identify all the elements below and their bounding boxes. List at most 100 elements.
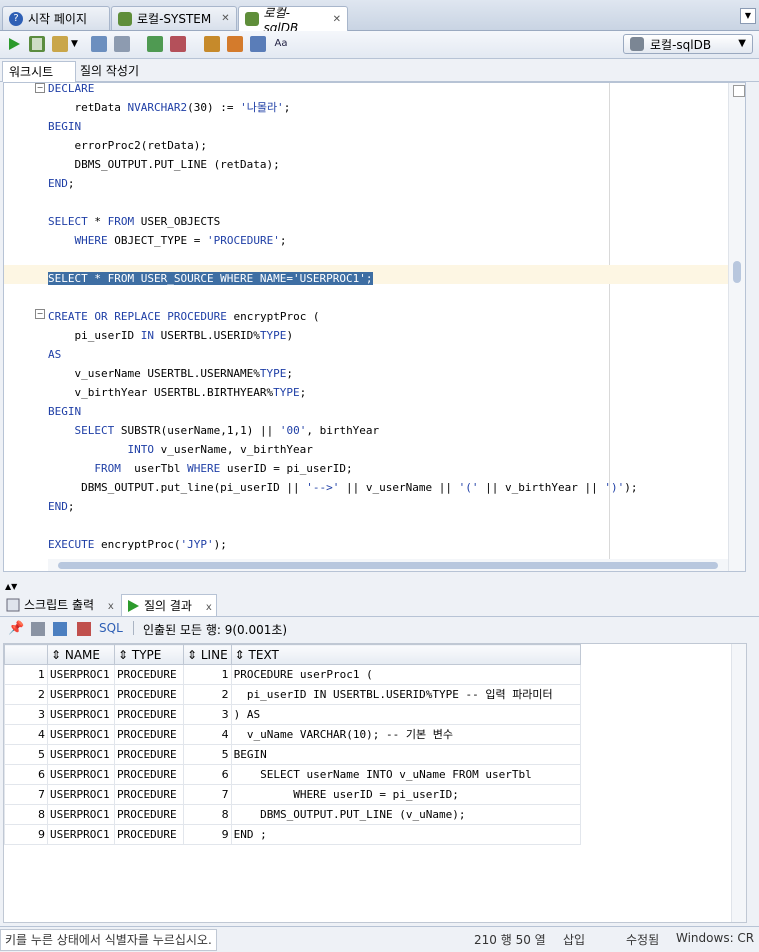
editor-horizontal-scrollbar[interactable] <box>48 559 728 571</box>
column-header-type[interactable]: ⇕ TYPE <box>114 644 184 665</box>
table-cell[interactable]: USERPROC1 <box>47 804 115 825</box>
table-cell[interactable]: USERPROC1 <box>47 684 115 705</box>
table-cell[interactable]: v_uName VARCHAR(10); -- 기본 변수 <box>230 724 581 745</box>
panel-splitter[interactable]: ▲▼ <box>0 582 759 592</box>
code-line[interactable]: SELECT * FROM USER_SOURCE WHERE NAME='US… <box>48 269 373 288</box>
code-line[interactable]: END; <box>48 497 75 516</box>
table-row[interactable]: 4 USERPROC1 PROCEDURE 4 v_uName VARCHAR(10)… <box>4 724 581 745</box>
clear-eraser-icon[interactable] <box>227 36 243 52</box>
splitter-arrows-icon[interactable]: ▲▼ <box>5 582 17 591</box>
grid-vertical-scrollbar[interactable] <box>731 644 746 922</box>
code-line[interactable]: INTO v_userName, v_birthYear <box>48 440 312 459</box>
code-line[interactable]: DECLARE <box>48 83 94 98</box>
chevron-down-icon[interactable]: ▼ <box>71 36 81 52</box>
code-line[interactable]: BEGIN <box>48 402 81 421</box>
table-row[interactable]: 2 USERPROC1 PROCEDURE 2 pi_userID IN USERTB… <box>4 684 581 705</box>
tab-script-output[interactable]: 스크립트 출력 x <box>2 594 120 616</box>
explain-plan-button[interactable] <box>114 36 130 52</box>
tab-worksheet[interactable]: 워크시트 <box>2 61 76 82</box>
table-cell[interactable]: USERPROC1 <box>47 744 115 765</box>
fold-icon[interactable]: − <box>35 309 45 319</box>
table-row[interactable]: 9 USERPROC1 PROCEDURE 9 END ; <box>4 824 581 845</box>
code-line[interactable]: END; <box>48 174 75 193</box>
scroll-thumb[interactable] <box>58 562 718 569</box>
table-cell[interactable]: 1 <box>183 664 232 685</box>
table-cell[interactable]: PROCEDURE userProc1 ( <box>230 664 581 685</box>
tab-query-builder[interactable]: 질의 작성기 <box>74 61 145 81</box>
table-cell[interactable]: PROCEDURE <box>114 684 184 705</box>
history-clock-icon[interactable] <box>250 36 266 52</box>
close-icon[interactable]: x <box>206 602 212 613</box>
code-line[interactable]: BEGIN <box>48 117 81 136</box>
fold-icon[interactable]: − <box>35 83 45 93</box>
table-cell[interactable]: PROCEDURE <box>114 824 184 845</box>
tab-local-sqldb[interactable]: 로컬-sqlDB ✕ <box>238 6 348 35</box>
code-line[interactable]: errorProc2(retData); <box>48 136 206 155</box>
table-cell[interactable]: PROCEDURE <box>114 764 184 785</box>
code-line[interactable]: pi_userID IN USERTBL.USERID%TYPE) <box>48 326 293 345</box>
table-cell[interactable]: SELECT userName INTO v_uName FROM userTb… <box>230 764 581 785</box>
code-line[interactable]: AS <box>48 345 61 364</box>
table-row[interactable]: 5 USERPROC1 PROCEDURE 5 BEGIN <box>4 744 581 765</box>
table-cell[interactable]: PROCEDURE <box>114 784 184 805</box>
table-cell[interactable]: PROCEDURE <box>114 724 184 745</box>
scroll-thumb[interactable] <box>733 261 741 283</box>
connection-selector[interactable]: 로컬-sqlDB ▼ <box>623 34 753 54</box>
table-cell[interactable]: 4 <box>183 724 232 745</box>
table-cell[interactable]: USERPROC1 <box>47 784 115 805</box>
commit-check-icon[interactable] <box>147 36 163 52</box>
table-cell[interactable]: 6 <box>183 764 232 785</box>
table-cell[interactable]: USERPROC1 <box>47 724 115 745</box>
code-line[interactable]: DBMS_OUTPUT.put_line(pi_userID || '-->' … <box>48 478 637 497</box>
tab-list-menu-button[interactable]: ▼ <box>740 8 756 24</box>
code-line[interactable]: v_userName USERTBL.USERNAME%TYPE; <box>48 364 293 383</box>
close-icon[interactable]: x <box>108 601 114 612</box>
table-cell[interactable]: END ; <box>230 824 581 845</box>
code-line[interactable]: EXECUTE encryptProc('JYP'); <box>48 535 227 554</box>
format-case-icon[interactable]: Aa <box>273 36 289 52</box>
code-line[interactable]: WHERE OBJECT_TYPE = 'PROCEDURE'; <box>48 231 287 250</box>
table-cell[interactable]: pi_userID IN USERTBL.USERID%TYPE -- 입력 파… <box>230 684 581 705</box>
tab-local-system[interactable]: 로컬-SYSTEM ✕ <box>111 6 237 30</box>
table-cell[interactable]: PROCEDURE <box>114 704 184 725</box>
print-icon[interactable] <box>31 622 45 636</box>
table-cell[interactable]: ) AS <box>230 704 581 725</box>
table-row[interactable]: 1 USERPROC1 PROCEDURE 1 PROCEDURE userProc1 … <box>4 664 581 685</box>
table-row[interactable]: 6 USERPROC1 PROCEDURE 6 SELECT userName INT… <box>4 764 581 785</box>
code-line[interactable]: CREATE OR REPLACE PROCEDURE encryptProc … <box>48 307 320 326</box>
rollback-button[interactable] <box>170 36 186 52</box>
tab-start-page[interactable]: ? 시작 페이지 <box>2 6 110 30</box>
commit-button[interactable] <box>91 36 107 52</box>
table-cell[interactable]: USERPROC1 <box>47 824 115 845</box>
close-icon[interactable]: ✕ <box>333 14 341 25</box>
column-header-name[interactable]: ⇕ NAME <box>47 644 115 665</box>
code-line[interactable]: FROM userTbl WHERE userID = pi_userID; <box>48 459 352 478</box>
pin-icon[interactable]: 📌 <box>8 622 24 636</box>
table-row[interactable]: 3 USERPROC1 PROCEDURE 3) AS <box>4 704 581 725</box>
code-line[interactable]: retData NVARCHAR2(30) := '나몰라'; <box>48 98 290 117</box>
table-cell[interactable]: PROCEDURE <box>114 744 184 765</box>
table-cell[interactable]: PROCEDURE <box>114 664 184 685</box>
table-cell[interactable]: 2 <box>183 684 232 705</box>
editor-vertical-scrollbar[interactable] <box>728 83 745 571</box>
tab-query-result[interactable]: 질의 결과 x <box>121 594 217 616</box>
table-cell[interactable]: DBMS_OUTPUT.PUT_LINE (v_uName); <box>230 804 581 825</box>
table-cell[interactable]: 9 <box>183 824 232 845</box>
table-row[interactable]: 8 USERPROC1 PROCEDURE 8 DBMS_OUTPUT.PUT_LIN… <box>4 804 581 825</box>
table-cell[interactable]: USERPROC1 <box>47 704 115 725</box>
table-row[interactable]: 7 USERPROC1 PROCEDURE 7 WHERE userID = pi_u… <box>4 784 581 805</box>
code-line[interactable]: v_birthYear USERTBL.BIRTHYEAR%TYPE; <box>48 383 306 402</box>
table-cell[interactable]: 3 <box>183 704 232 725</box>
table-cell[interactable]: USERPROC1 <box>47 764 115 785</box>
cancel-query-icon[interactable] <box>77 622 91 636</box>
code-line[interactable]: SELECT * FROM USER_OBJECTS <box>48 212 220 231</box>
table-cell[interactable]: WHERE userID = pi_userID; <box>230 784 581 805</box>
code-line[interactable]: SELECT SUBSTR(userName,1,1) || '00', bir… <box>48 421 380 440</box>
sql-editor[interactable]: − − DECLARE retData NVARCHAR2(30) := '나몰… <box>3 82 746 572</box>
code-line[interactable]: DBMS_OUTPUT.PUT_LINE (retData); <box>48 155 279 174</box>
run-statement-button[interactable] <box>6 36 22 52</box>
table-cell[interactable]: 5 <box>183 744 232 765</box>
run-script-button[interactable] <box>29 36 45 52</box>
column-header-text[interactable]: ⇕ TEXT <box>230 644 581 665</box>
table-cell[interactable]: BEGIN <box>230 744 581 765</box>
